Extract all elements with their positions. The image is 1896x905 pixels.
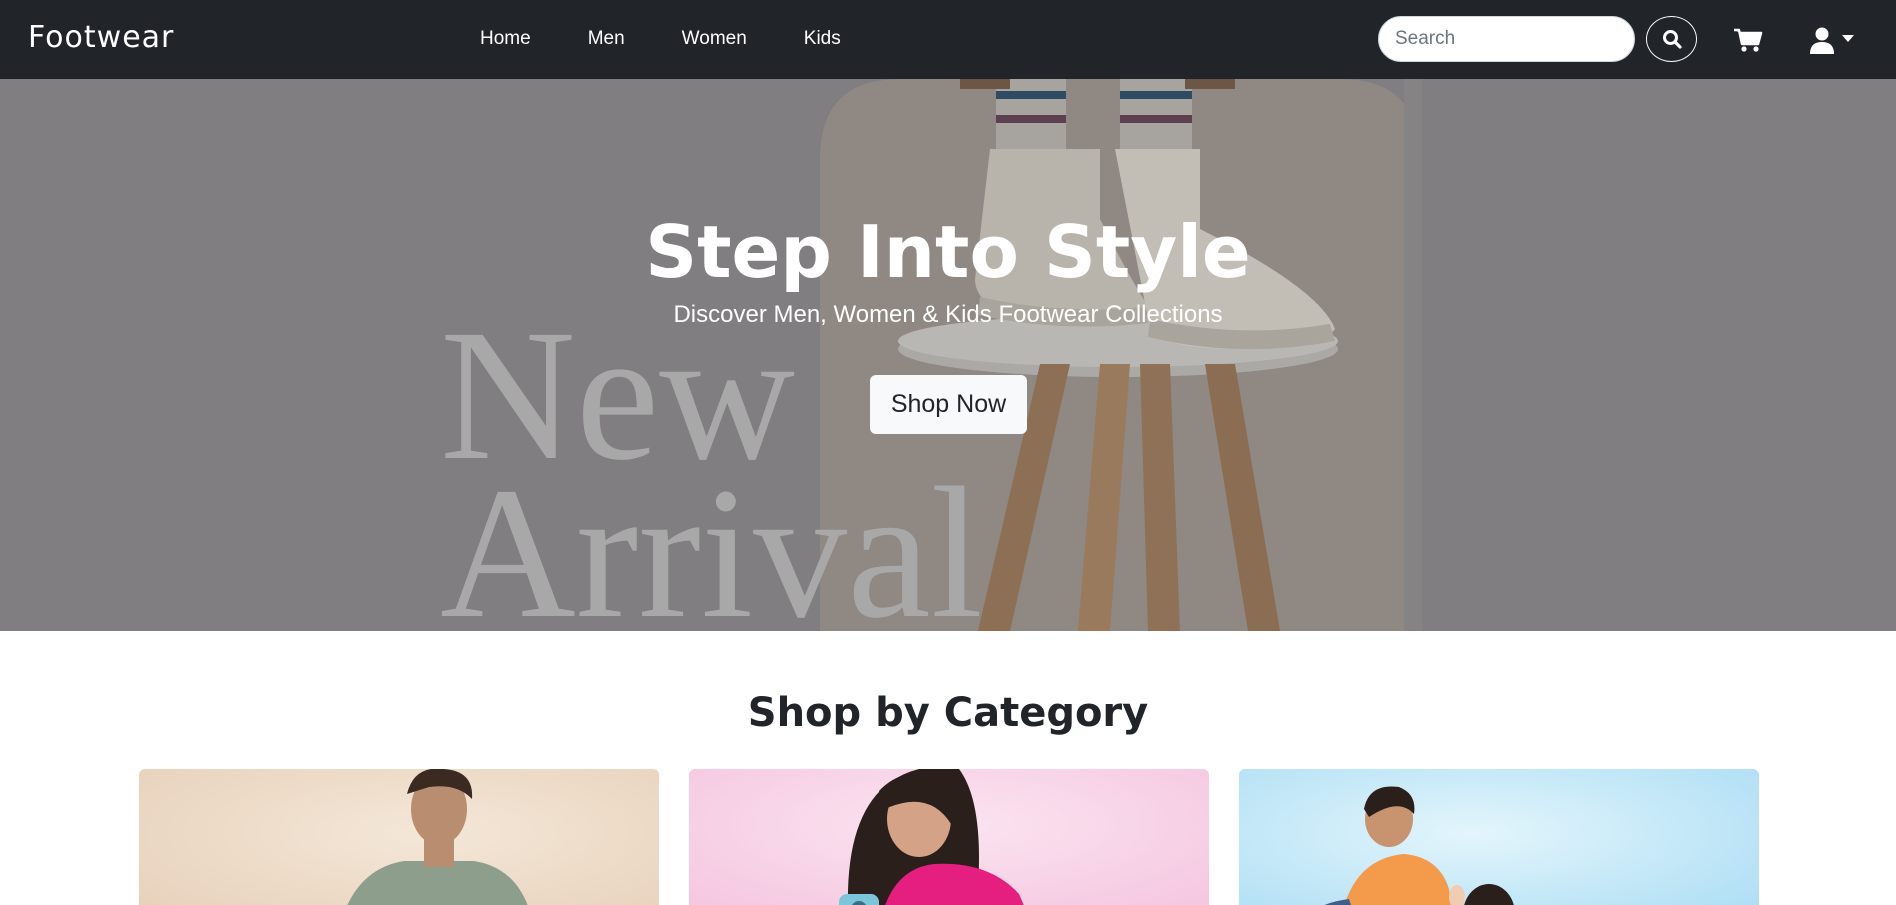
- nav-link-home[interactable]: Home: [480, 28, 531, 50]
- search-input[interactable]: [1378, 16, 1635, 62]
- category-card-kids[interactable]: [1239, 769, 1759, 905]
- nav-link-men[interactable]: Men: [588, 28, 625, 50]
- caret-down-icon: [1842, 35, 1854, 42]
- shop-now-button[interactable]: Shop Now: [870, 375, 1027, 434]
- user-icon: [1810, 27, 1834, 54]
- search-button[interactable]: [1646, 16, 1697, 62]
- hero-subtitle: Discover Men, Women & Kids Footwear Coll…: [673, 301, 1223, 328]
- category-card-women[interactable]: [689, 769, 1209, 905]
- category-card-men[interactable]: [139, 769, 659, 905]
- hero-title: Step Into Style: [645, 210, 1251, 294]
- kids-category-image: [1239, 769, 1759, 905]
- shopping-cart-icon: [1734, 28, 1763, 52]
- categories-title: Shop by Category: [747, 690, 1149, 736]
- nav-link-women[interactable]: Women: [682, 28, 747, 50]
- category-cards: [139, 769, 1759, 905]
- cart-button[interactable]: [1733, 27, 1763, 53]
- women-category-image: [689, 769, 1209, 905]
- hero-banner: New Arrival Step Into Style Discover Men…: [0, 79, 1896, 631]
- brand-logo[interactable]: Footwear: [28, 20, 174, 55]
- nav-links: Home Men Women Kids: [480, 28, 898, 50]
- search-icon: [1662, 30, 1682, 49]
- navbar: Footwear Home Men Women Kids: [0, 0, 1896, 79]
- hero-image: [820, 79, 1422, 631]
- nav-link-kids[interactable]: Kids: [804, 28, 841, 50]
- men-category-image: [139, 769, 659, 905]
- user-menu-button[interactable]: [1810, 26, 1856, 54]
